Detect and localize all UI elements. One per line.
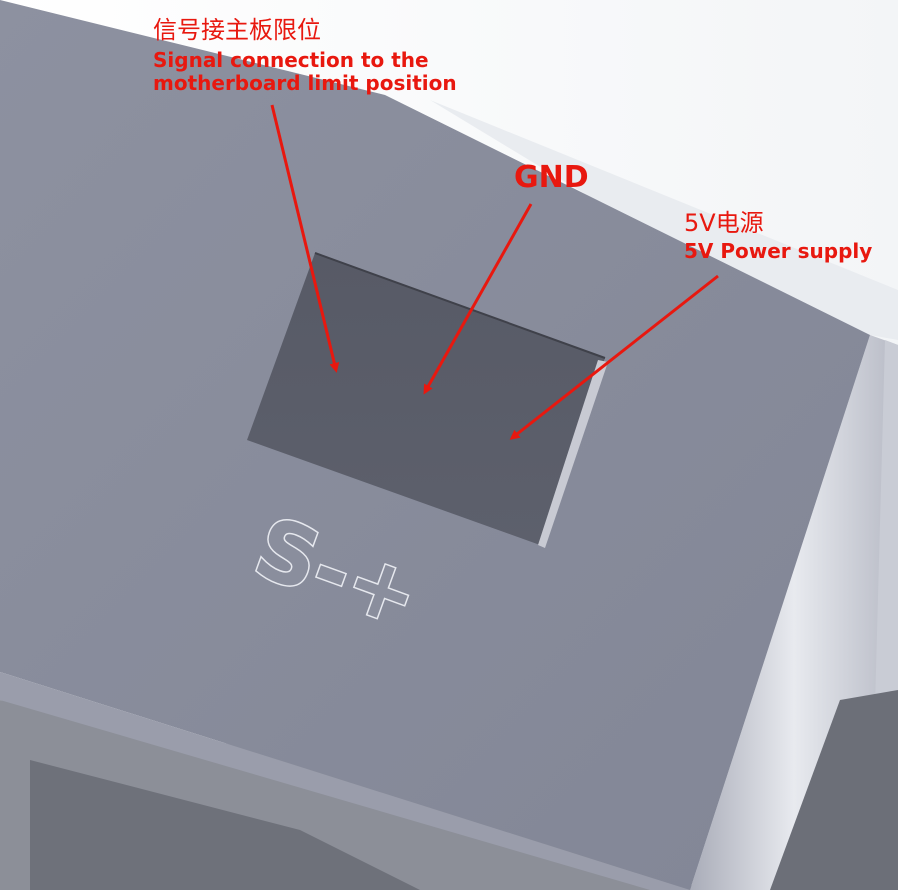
module-3d-render: S-+: [0, 0, 898, 890]
signal-label-cn: 信号接主板限位: [153, 16, 321, 44]
signal-label-en-line1: Signal connection to the: [153, 48, 429, 72]
power-label-cn: 5V电源: [684, 209, 764, 237]
signal-label-en-line2: motherboard limit position: [153, 71, 457, 95]
power-label-en: 5V Power supply: [684, 239, 873, 263]
gnd-label: GND: [514, 160, 589, 195]
